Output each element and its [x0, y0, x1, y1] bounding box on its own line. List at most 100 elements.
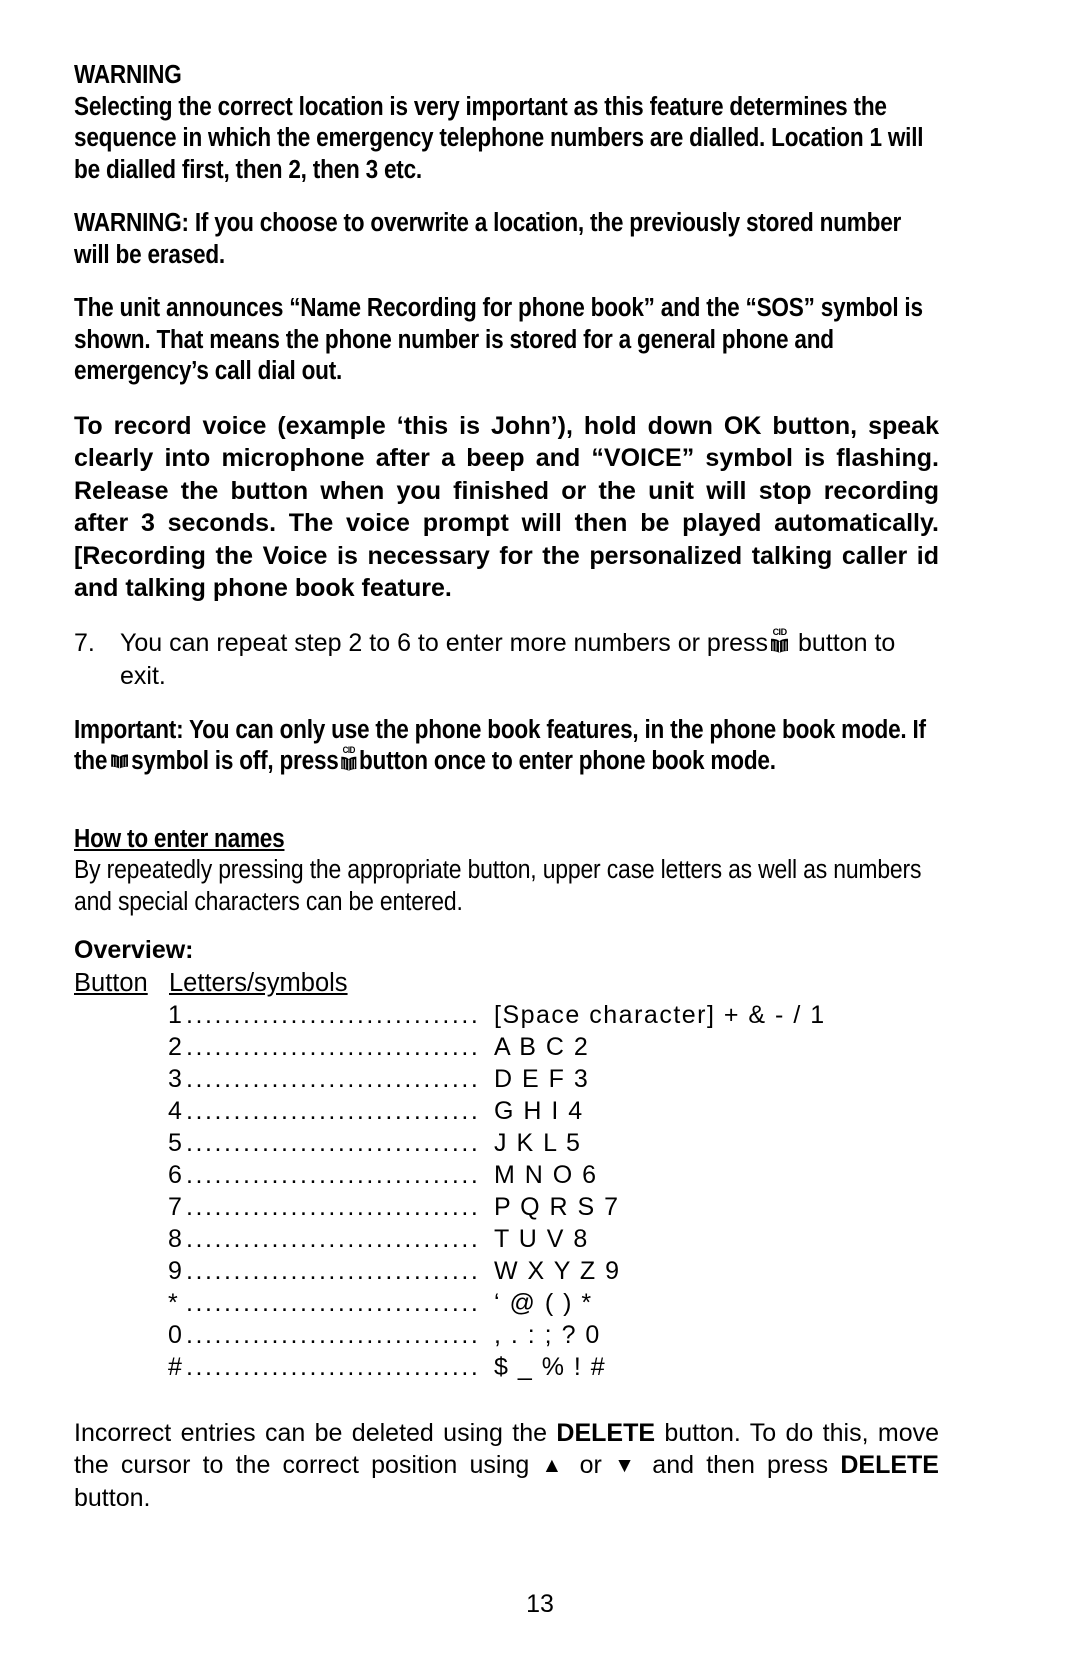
dot-leader: ........................................… [186, 1352, 476, 1381]
overview-col-button: Button [74, 968, 148, 997]
announce-paragraph: The unit announces “Name Recording for p… [74, 293, 939, 388]
warning-heading: WARNING [74, 60, 939, 92]
row-button: 1 [168, 1000, 182, 1029]
dot-leader: ........................................… [186, 1288, 476, 1317]
row-button: 2 [168, 1032, 182, 1061]
row-button: 3 [168, 1064, 182, 1093]
record-voice-paragraph: To record voice (example ‘this is John’)… [74, 411, 939, 603]
row-letters: ‘ @ ( ) * [494, 1288, 593, 1317]
manual-page-content: WARNING Selecting the correct location i… [74, 60, 939, 1514]
row-button: 8 [168, 1224, 182, 1253]
delete-note: Incorrect entries can be deleted using t… [74, 1417, 939, 1515]
row-letters: A B C 2 [494, 1032, 590, 1061]
row-button: 9 [168, 1256, 182, 1285]
step-7-text-before: You can repeat step 2 to 6 to enter more… [120, 628, 769, 657]
dot-leader: ........................................… [186, 1192, 476, 1221]
warning-heading-text: WARNING [74, 61, 182, 89]
delete-label: DELETE [556, 1418, 656, 1447]
table-row: * ......................................… [168, 1287, 939, 1319]
how-to-enter-names-body-text: By repeatedly pressing the appropriate b… [74, 856, 922, 916]
overview-col-letters: Letters/symbols [169, 968, 348, 997]
open-book-icon [340, 756, 357, 771]
row-button: 7 [168, 1192, 182, 1221]
how-to-enter-names-heading: How to enter names [74, 824, 939, 856]
table-row: 1 ......................................… [168, 999, 939, 1031]
row-letters: M N O 6 [494, 1160, 598, 1189]
step-7-number: 7. [74, 628, 95, 657]
table-row: 5 ......................................… [168, 1127, 939, 1159]
row-letters: J K L 5 [494, 1128, 582, 1157]
delete-note-part4: button. [74, 1483, 151, 1512]
cid-phonebook-icon: CID [340, 745, 357, 772]
row-letters: T U V 8 [494, 1224, 589, 1253]
row-letters: P Q R S 7 [494, 1192, 620, 1221]
table-row: # ......................................… [168, 1351, 939, 1383]
warning-body: Selecting the correct location is very i… [74, 92, 939, 187]
dot-leader: ........................................… [186, 1320, 476, 1349]
delete-note-or: or [579, 1451, 602, 1479]
open-book-icon [770, 638, 789, 653]
row-button: 6 [168, 1160, 182, 1189]
announce-paragraph-text: The unit announces “Name Recording for p… [74, 294, 923, 385]
important-paragraph: Important: You can only use the phone bo… [74, 715, 939, 778]
row-button: # [168, 1352, 182, 1381]
row-letters: , . : ; ? 0 [494, 1320, 601, 1349]
row-button: 0 [168, 1320, 182, 1349]
dot-leader: ........................................… [186, 1032, 476, 1061]
warning-body-text: Selecting the correct location is very i… [74, 92, 924, 184]
table-row: 7 ......................................… [168, 1191, 939, 1223]
warning-overwrite: WARNING: If you choose to overwrite a lo… [74, 208, 939, 271]
dot-leader: ........................................… [186, 1224, 476, 1253]
overview-column-headers: Button Letters/symbols [74, 967, 939, 999]
table-row: 2 ......................................… [168, 1031, 939, 1063]
important-mid: symbol is off, press [131, 747, 339, 775]
phonebook-icon [110, 754, 129, 769]
table-row: 4 ......................................… [168, 1095, 939, 1127]
row-letters: G H I 4 [494, 1096, 584, 1125]
warning-overwrite-text: WARNING: If you choose to overwrite a lo… [74, 209, 902, 269]
row-letters: [Space character] + & - / 1 [494, 1000, 826, 1029]
step-7: 7. You can repeat step 2 to 6 to enter m… [74, 627, 939, 693]
dot-leader: ........................................… [186, 1160, 476, 1189]
dot-leader: ........................................… [186, 1256, 476, 1285]
delete-note-part3: and then press [652, 1451, 829, 1479]
row-button: * [168, 1288, 178, 1317]
row-letters: W X Y Z 9 [494, 1256, 621, 1285]
dot-leader: ........................................… [186, 1064, 476, 1093]
row-letters: D E F 3 [494, 1064, 590, 1093]
overview-heading: Overview: [74, 936, 194, 964]
delete-label: DELETE [840, 1451, 939, 1479]
down-arrow-icon: ▼ [614, 1454, 641, 1477]
page-number: 13 [526, 1590, 554, 1618]
table-row: 6 ......................................… [168, 1159, 939, 1191]
row-letters: $ _ % ! # [494, 1352, 607, 1381]
table-row: 3 ......................................… [168, 1063, 939, 1095]
important-paragraph-inner: Important: You can only use the phone bo… [74, 715, 939, 778]
dot-leader: ........................................… [186, 1096, 476, 1125]
cid-icon-label: CID [772, 626, 788, 637]
table-row: 9 ......................................… [168, 1255, 939, 1287]
cid-icon-label: CID [342, 745, 356, 755]
important-tail: button once to enter phone book mode. [358, 747, 776, 775]
table-row: 0 ......................................… [168, 1319, 939, 1351]
dot-leader: ........................................… [186, 1000, 476, 1029]
how-to-enter-names-heading-text: How to enter names [74, 824, 285, 853]
row-button: 4 [168, 1096, 182, 1125]
row-button: 5 [168, 1128, 182, 1157]
delete-note-part1: Incorrect entries can be deleted using t… [74, 1418, 548, 1447]
up-arrow-icon: ▲ [541, 1454, 568, 1477]
dot-leader: ........................................… [186, 1128, 476, 1157]
table-row: 8 ......................................… [168, 1223, 939, 1255]
overview-table: 1 ......................................… [168, 999, 939, 1383]
step-7-body: You can repeat step 2 to 6 to enter more… [120, 627, 939, 693]
how-to-enter-names-body: By repeatedly pressing the appropriate b… [74, 855, 939, 918]
cid-phonebook-icon: CID [770, 626, 789, 654]
